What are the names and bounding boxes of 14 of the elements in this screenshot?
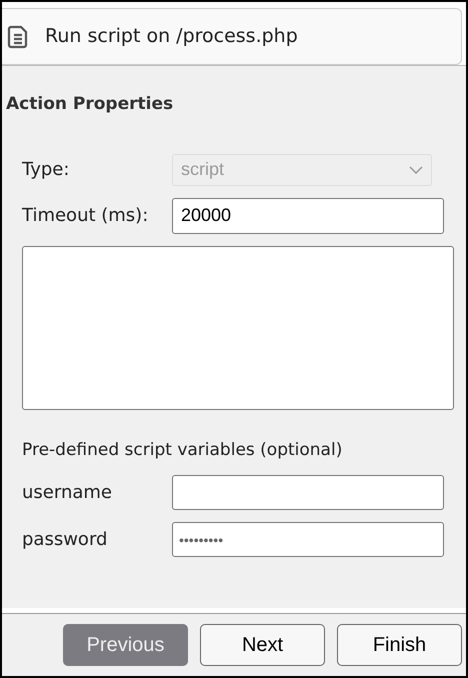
variable-field[interactable] [172, 475, 444, 510]
chevron-down-icon [409, 166, 423, 174]
wizard-button[interactable]: Finish [337, 624, 462, 666]
field-label: Timeout (ms): [22, 204, 150, 228]
variable-label: username [22, 481, 113, 505]
variables-title: Pre-defined script variables (optional) [22, 438, 344, 462]
timeout-field[interactable]: 20000 [172, 198, 444, 234]
document-icon [7, 24, 29, 48]
wizard-button[interactable]: Next [200, 624, 325, 666]
header-title: Run script on /process.php [45, 24, 298, 50]
variable-field[interactable]: ••••••••• [172, 522, 444, 557]
variable-label: password [22, 528, 108, 552]
section-title: Action Properties [6, 93, 174, 116]
field-label: Type: [22, 158, 70, 182]
